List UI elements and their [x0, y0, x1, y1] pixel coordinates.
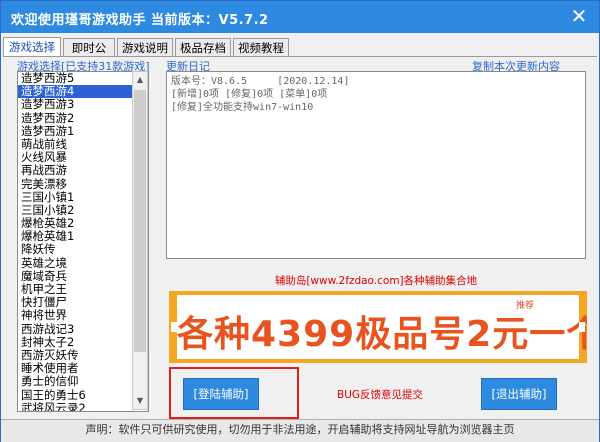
feedback-link[interactable]: BUG反馈意见提交	[337, 387, 423, 402]
banner-notch-right	[579, 322, 585, 332]
login-button[interactable]: [登陆辅助]	[183, 378, 259, 410]
window-title: 欢迎使用瑾哥游戏助手 当前版本：V5.7.2	[11, 13, 269, 28]
tab-announcement[interactable]: 即时公告	[63, 38, 115, 73]
game-list-item[interactable]: 武将风云录2	[18, 401, 148, 411]
tab-game-select[interactable]: 游戏选择	[3, 37, 61, 57]
banner-notch-left	[171, 322, 177, 332]
tab-game-guide[interactable]: 游戏说明	[117, 38, 173, 56]
game-list[interactable]: 造梦西游5 造梦西游4 造梦西游3 造梦西游2 造梦西游1 萌战前线 火线风暴 再战西游 完美漂…	[17, 71, 149, 412]
game-list-item[interactable]: 勇士的信仰	[18, 375, 148, 388]
close-icon[interactable]: ✕	[569, 6, 589, 26]
game-list-item[interactable]: 国王的勇士6	[18, 388, 148, 402]
main-panel: 游戏选择[已支持31款游戏] 造梦西游5 造梦西游4 造梦西游3 造梦西游2 造梦西游1…	[3, 56, 597, 420]
statusbar-notice: 声明：软件只可供研究使用，切勿用于非法用途，开启辅助将支持网址导航为浏览器主页	[1, 419, 599, 442]
scroll-down-icon[interactable]: ▼	[133, 393, 147, 409]
banner-title: 各种4399极品号2元一个	[177, 314, 587, 355]
game-list-item[interactable]: 造梦西游3	[18, 98, 148, 111]
exit-button[interactable]: [退出辅助]	[481, 378, 557, 410]
promo-banner[interactable]: 推荐 各种4399极品号2元一个	[169, 291, 587, 363]
game-list-item[interactable]: 造梦西游1	[18, 124, 148, 138]
title-bar: 欢迎使用瑾哥游戏助手 当前版本：V5.7.2 ✕	[1, 1, 599, 33]
game-list-item[interactable]: 降妖传	[18, 243, 148, 256]
game-list-item[interactable]: 三国小镇1	[18, 190, 148, 204]
promo-site-text[interactable]: 辅助岛[www.2fzdao.com]各种辅助集合地	[166, 273, 586, 288]
game-list-item[interactable]: 封神太子2	[18, 335, 148, 349]
tab-premium-saves[interactable]: 极品存档	[175, 38, 231, 56]
log-line: [新增]0项 [修复]0项 [菜单]0项	[171, 89, 328, 100]
banner-inner: 推荐 各种4399极品号2元一个	[177, 295, 587, 359]
game-list-item[interactable]: 神将世界	[18, 309, 148, 322]
game-list-item[interactable]: 西游战记3	[18, 322, 148, 336]
game-list-item[interactable]: 英雄之境	[18, 256, 148, 270]
log-line: [修复]全功能支持win7-win10	[171, 102, 314, 113]
game-list-item[interactable]: 再战西游	[18, 164, 148, 177]
game-list-scrollbar[interactable]: ▲ ▼	[132, 71, 148, 410]
game-list-item[interactable]: 完美漂移	[18, 177, 148, 191]
scroll-thumb[interactable]	[134, 90, 146, 352]
app-window: 欢迎使用瑾哥游戏助手 当前版本：V5.7.2 ✕ 游戏选择 即时公告 游戏说明 …	[0, 0, 600, 442]
log-line: 版本号：V8.6.5 [2020.12.14]	[171, 76, 350, 87]
game-list-item[interactable]: 造梦西游2	[18, 111, 148, 125]
update-log-box[interactable]: 版本号：V8.6.5 [2020.12.14] [新增]0项 [修复]0项 [菜…	[166, 71, 586, 259]
tab-video-tutorial[interactable]: 视频教程	[233, 38, 289, 56]
scroll-up-icon[interactable]: ▲	[133, 72, 147, 88]
